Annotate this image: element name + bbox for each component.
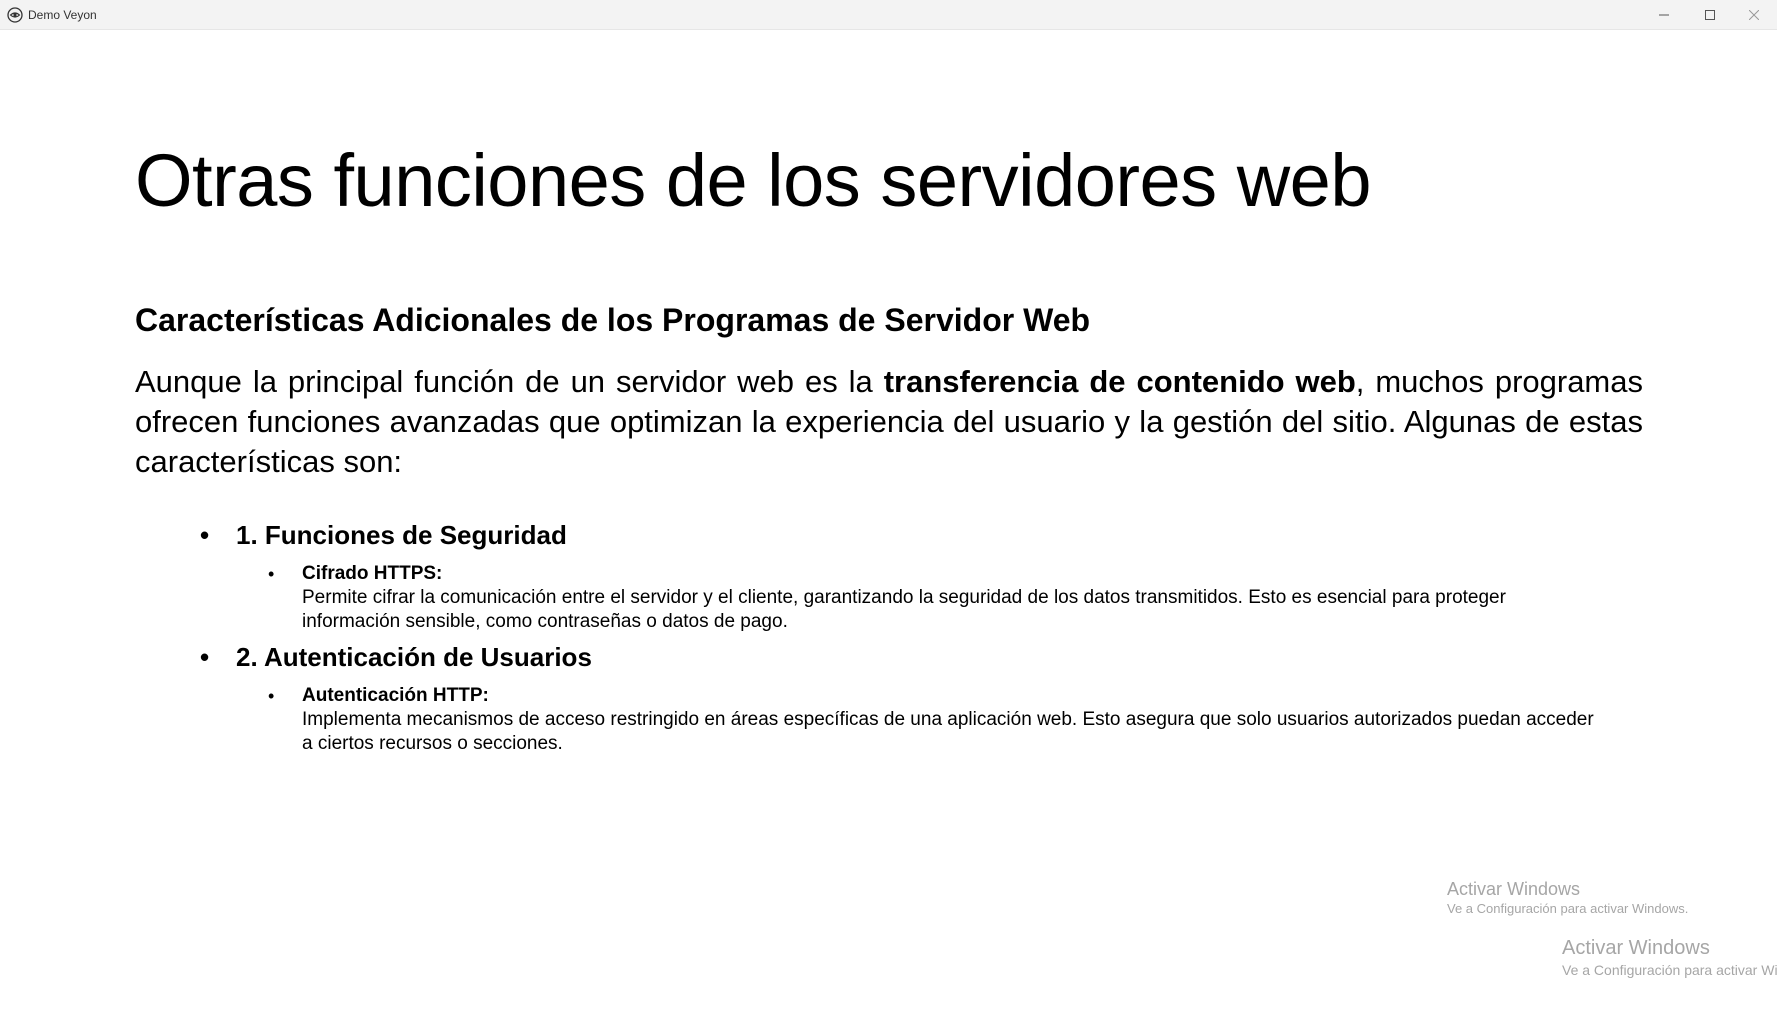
activation-subtitle: Ve a Configuración para activar Windows. [1562,962,1777,978]
intro-text-bold: transferencia de contenido web [883,364,1356,399]
sub-bullet-dot: • [268,564,275,584]
intro-text-start: Aunque la principal función de un servid… [135,364,884,399]
activation-title: Activar Windows [1562,937,1710,959]
sub-bullet-text: Implementa mecanismos de acceso restring… [302,709,1594,754]
activation-subtitle: Ve a Configuración para activar Windows. [1447,901,1689,916]
maximize-button[interactable] [1687,0,1733,30]
intro-paragraph: Aunque la principal función de un servid… [135,362,1643,482]
activation-watermark-secondary: Activar Windows Ve a Configuración para … [1562,936,1777,980]
activation-watermark: Activar Windows Ve a Configuración para … [1447,878,1688,918]
maximize-icon [1705,10,1715,20]
close-icon [1749,10,1759,20]
app-window: Demo Veyon Otras funciones de los servid… [0,0,1777,1027]
title-bar[interactable]: Demo Veyon [0,0,1777,30]
close-button[interactable] [1731,0,1777,30]
sub-bullet-title: Autenticación HTTP: [302,685,489,706]
minimize-button[interactable] [1641,0,1687,30]
sub-bullet-text: Permite cifrar la comunicación entre el … [302,587,1506,632]
veyon-eye-icon [7,7,23,23]
slide-title: Otras funciones de los servidores web [135,139,1372,222]
bullet-dot: • [200,642,210,672]
sub-bullet-title: Cifrado HTTPS: [302,563,443,584]
activation-title: Activar Windows [1447,879,1581,899]
bullet-label: 1. Funciones de Seguridad [236,520,567,550]
window-title: Demo Veyon [28,8,97,22]
sub-bullet-dot: • [268,686,275,706]
section-heading: Características Adicionales de los Progr… [135,302,1091,338]
bullet-dot: • [200,520,210,550]
sub-bullet-body: Autenticación HTTP: Implementa mecanismo… [302,684,1598,756]
sub-bullet-body: Cifrado HTTPS: Permite cifrar la comunic… [302,562,1598,634]
minimize-icon [1659,10,1669,20]
bullet-label: 2. Autenticación de Usuarios [236,642,592,672]
